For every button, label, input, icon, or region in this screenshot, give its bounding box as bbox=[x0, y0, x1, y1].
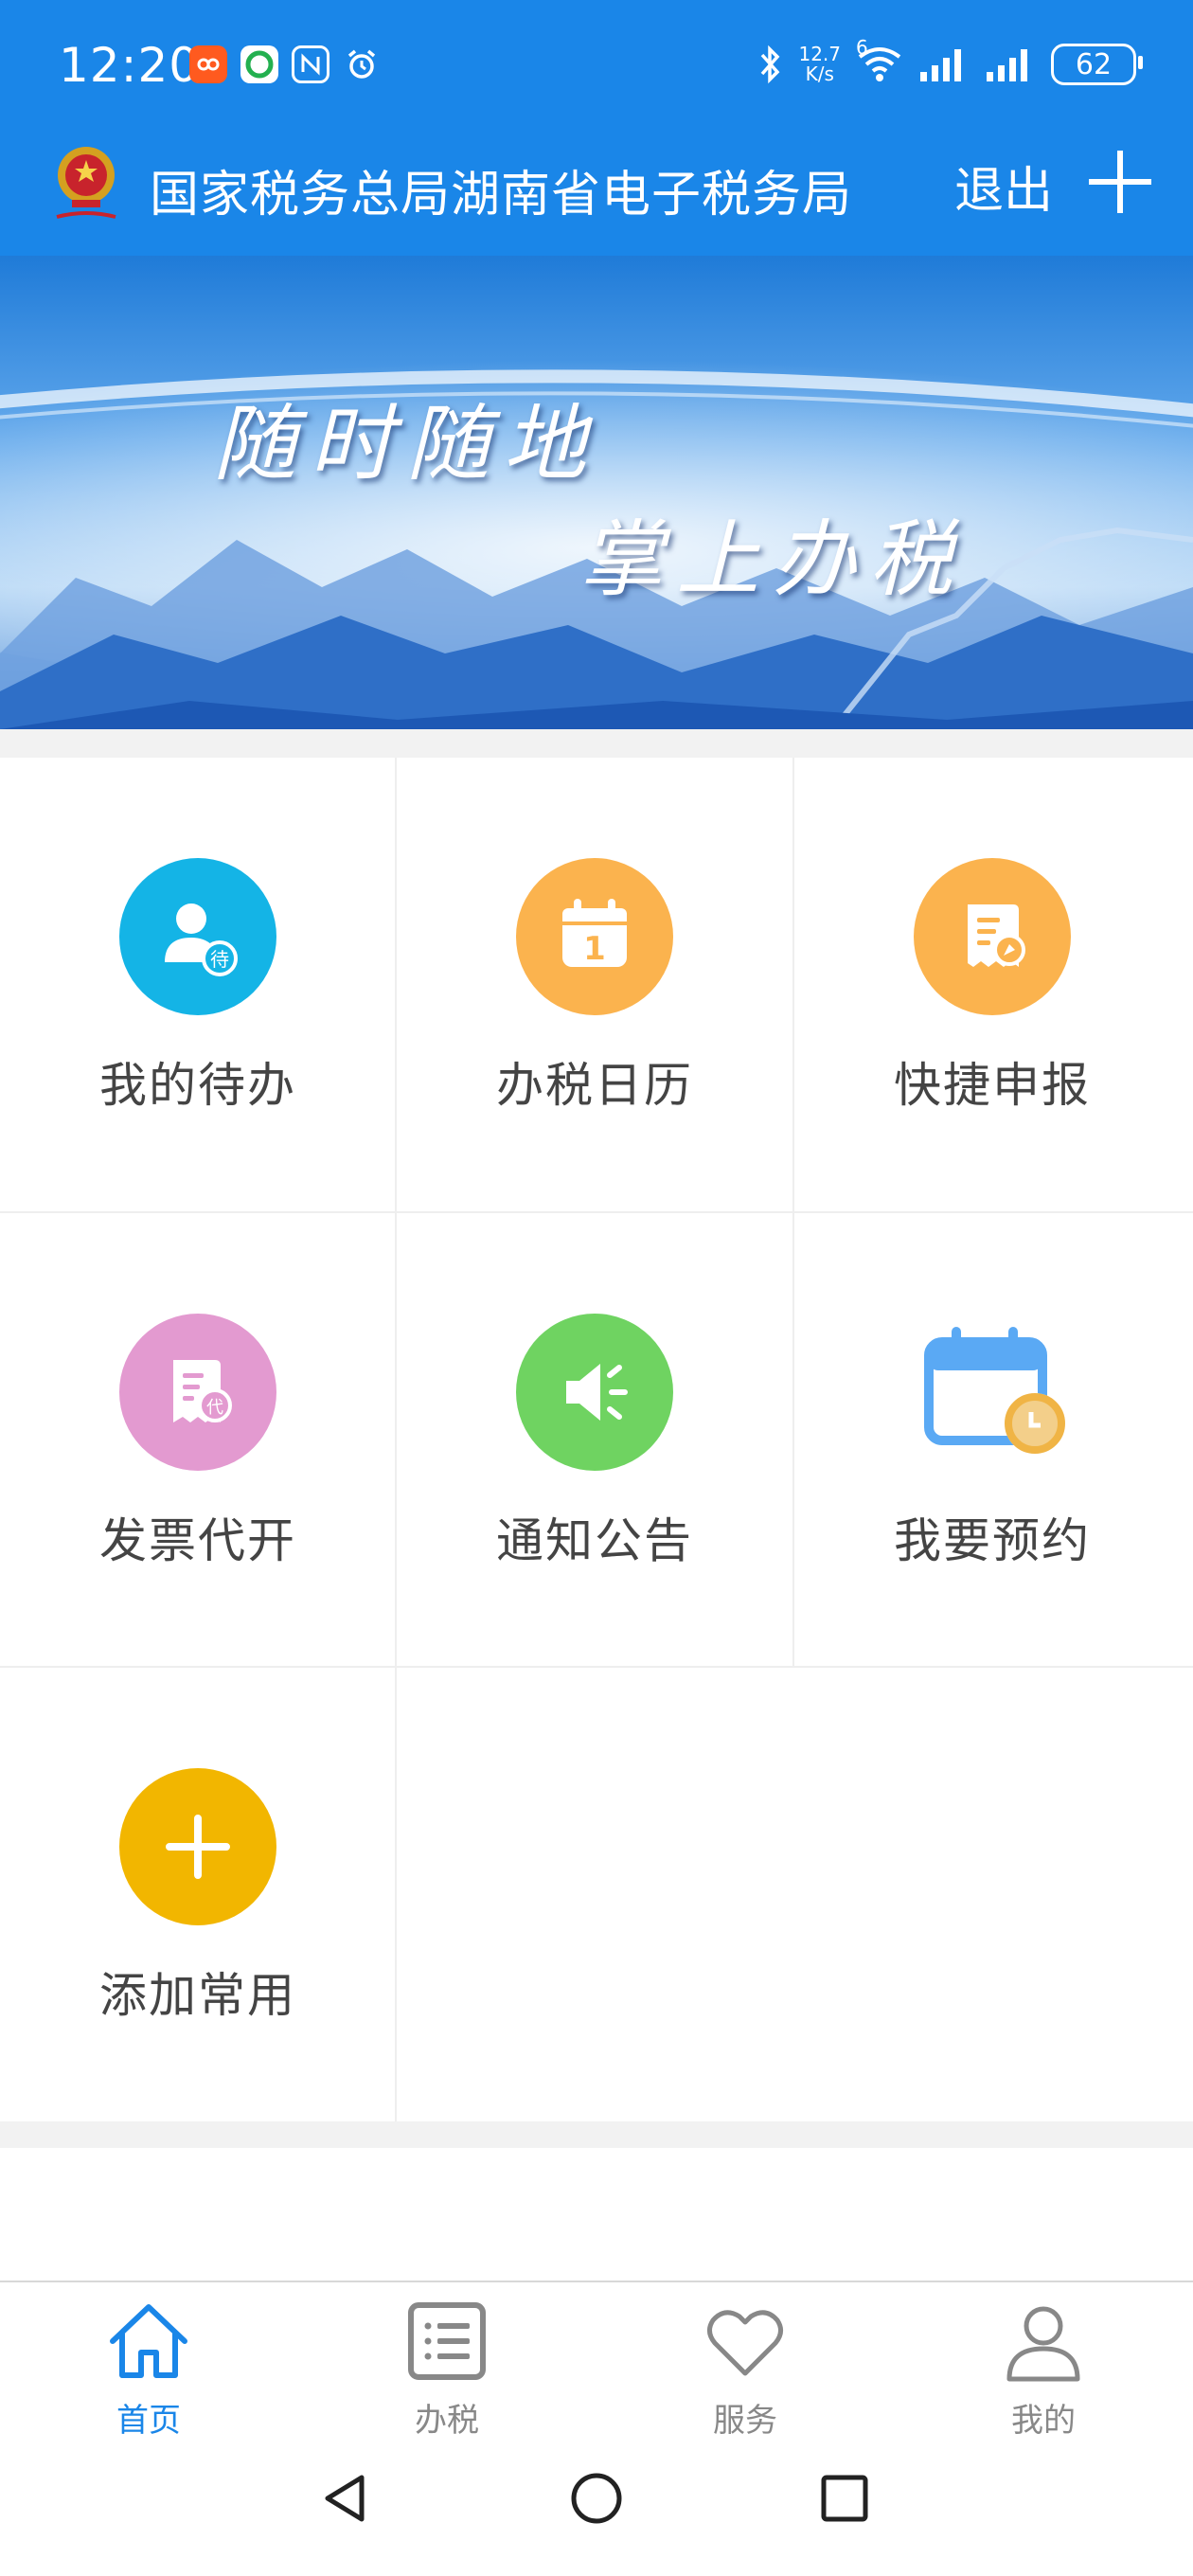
nav-home[interactable]: 首页 bbox=[54, 2282, 243, 2443]
speed-value: 12.7 bbox=[798, 43, 841, 65]
home-circle-icon[interactable] bbox=[568, 2470, 625, 2527]
recents-icon[interactable] bbox=[816, 2470, 873, 2527]
back-icon[interactable] bbox=[318, 2470, 375, 2527]
speaker-icon bbox=[516, 1314, 673, 1471]
nav-label: 我的 bbox=[1011, 2402, 1076, 2440]
todo-badge: 待 bbox=[210, 948, 229, 971]
status-time: 12:20 bbox=[59, 38, 201, 93]
signal-icon-2 bbox=[987, 49, 1027, 81]
grid-item-quick-declare[interactable]: 快捷申报 bbox=[794, 758, 1190, 1212]
nav-tax[interactable]: 办税 bbox=[352, 2282, 542, 2443]
bottom-nav: 首页 办税 服务 我的 bbox=[0, 2281, 1193, 2443]
system-navigation-bar bbox=[0, 2442, 1193, 2576]
banner: 随时随地 掌上办税 bbox=[0, 256, 1193, 729]
grid-item-label: 我的待办 bbox=[99, 1058, 296, 1113]
grid-item-label: 快捷申报 bbox=[894, 1058, 1091, 1113]
nav-service[interactable]: 服务 bbox=[650, 2282, 840, 2443]
banner-slogan-line1: 随时随地 bbox=[213, 395, 600, 492]
section-separator bbox=[0, 2121, 1193, 2148]
signal-icon bbox=[920, 49, 961, 81]
add-plus-icon[interactable] bbox=[1085, 147, 1155, 217]
function-grid: 待 我的待办 1 办税日历 快捷申报 代 发票代开 通知公告 我要预约 添加常用 bbox=[0, 758, 1193, 2121]
battery-level: 62 bbox=[1075, 47, 1113, 81]
banner-slogan-line2: 掌上办税 bbox=[579, 510, 967, 608]
battery-indicator: 62 bbox=[1051, 44, 1143, 85]
list-icon bbox=[408, 2302, 486, 2380]
quick-declare-icon bbox=[914, 858, 1071, 1015]
user-icon bbox=[1006, 2306, 1080, 2382]
app-notification-icon bbox=[189, 45, 227, 83]
grid-item-label: 发票代开 bbox=[99, 1513, 296, 1568]
tax-emblem-icon bbox=[56, 147, 116, 219]
grid-item-notice[interactable]: 通知公告 bbox=[397, 1213, 792, 1668]
grid-item-label: 通知公告 bbox=[496, 1513, 693, 1568]
appointment-calendar-icon bbox=[924, 1327, 1065, 1454]
home-icon bbox=[110, 2304, 187, 2378]
notification-icons bbox=[189, 45, 381, 83]
calendar-icon: 1 bbox=[516, 858, 673, 1015]
app-header: 国家税务总局湖南省电子税务局 退出 bbox=[0, 137, 1193, 256]
heart-icon bbox=[707, 2310, 783, 2376]
bluetooth-icon bbox=[761, 45, 780, 84]
nav-label: 办税 bbox=[415, 2402, 479, 2440]
grid-item-invoice-issue[interactable]: 代 发票代开 bbox=[0, 1213, 396, 1668]
nav-label: 服务 bbox=[713, 2402, 777, 2440]
grid-item-appointment[interactable]: 我要预约 bbox=[794, 1213, 1190, 1668]
green-app-icon bbox=[240, 45, 278, 83]
logout-button[interactable]: 退出 bbox=[954, 151, 1053, 222]
network-speed: 12.7 K/s bbox=[798, 45, 841, 84]
todo-person-icon: 待 bbox=[119, 858, 276, 1015]
alarm-icon bbox=[343, 45, 381, 83]
app-title: 国家税务总局湖南省电子税务局 bbox=[150, 167, 853, 224]
grid-item-my-todo[interactable]: 待 我的待办 bbox=[0, 758, 396, 1212]
grid-item-label: 添加常用 bbox=[99, 1968, 296, 2023]
grid-item-label: 办税日历 bbox=[496, 1058, 693, 1113]
nfc-icon bbox=[292, 45, 329, 83]
plus-icon bbox=[119, 1768, 276, 1925]
invoice-badge: 代 bbox=[206, 1398, 223, 1418]
nav-label: 首页 bbox=[116, 2402, 181, 2440]
speed-unit: K/s bbox=[805, 63, 834, 85]
grid-item-tax-calendar[interactable]: 1 办税日历 bbox=[397, 758, 792, 1212]
status-right-group: 12.7 K/s 6 62 bbox=[758, 36, 1143, 87]
calendar-day: 1 bbox=[583, 930, 606, 968]
grid-item-label: 我要预约 bbox=[894, 1513, 1091, 1568]
nav-mine[interactable]: 我的 bbox=[949, 2282, 1138, 2443]
wifi-6-tag: 6 bbox=[856, 36, 868, 59]
section-separator bbox=[0, 729, 1193, 758]
status-bar: 12:20 12.7 K/s 6 62 bbox=[0, 0, 1193, 137]
invoice-icon: 代 bbox=[119, 1314, 276, 1471]
grid-item-add-favorite[interactable]: 添加常用 bbox=[0, 1668, 396, 2122]
